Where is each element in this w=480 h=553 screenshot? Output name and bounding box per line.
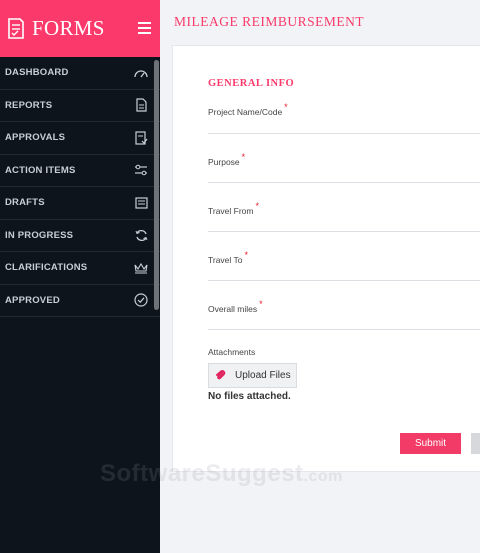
sidebar-item-label: ACTION ITEMS [5,164,76,176]
upload-label: Upload Files [235,370,291,381]
watermark-suffix: .com [303,468,343,485]
sliders-icon [134,163,148,177]
crown-icon [134,261,148,275]
overall-miles-field: Overall miles * [208,299,480,330]
sidebar-item-drafts[interactable]: DRAFTS [0,187,160,220]
sidebar-item-dashboard[interactable]: DASHBOARD [0,57,160,90]
project-name-field: Project Name/Code * [208,102,480,134]
sidebar-item-action-items[interactable]: ACTION ITEMS [0,155,160,187]
sidebar-scrollbar[interactable] [154,60,159,310]
brand-header: FORMS [0,0,160,57]
forms-logo-icon [8,17,24,39]
speedometer-icon [134,66,148,80]
sidebar-item-clarifications[interactable]: CLARIFICATIONS [0,252,160,285]
sidebar-item-label: REPORTS [5,99,53,111]
sidebar-item-label: DRAFTS [5,197,45,209]
sidebar-item-label: CLARIFICATIONS [5,262,88,274]
check-circle-icon [134,293,148,307]
page-title: MILEAGE REIMBURSEMENT [174,14,365,29]
form-card: GENERAL INFO Project Name/Code * Purpose *… [172,45,480,472]
sidebar-nav: DASHBOARD REPORTS APPROVALS ACTION ITEMS… [0,57,160,317]
sidebar-item-label: IN PROGRESS [5,229,74,241]
document-icon [134,98,148,112]
sidebar-item-label: APPROVALS [5,132,66,144]
overall-miles-input[interactable] [208,308,480,330]
travel-from-input[interactable] [208,210,480,232]
travel-to-input[interactable] [208,259,480,281]
purpose-field: Purpose * [208,152,480,183]
required-mark: * [284,102,288,112]
paperclip-icon [216,369,226,379]
attachments-label: Attachments [208,347,256,357]
secondary-button[interactable] [471,433,480,454]
sidebar-item-approved[interactable]: APPROVED [0,285,160,317]
project-name-input[interactable] [208,112,480,134]
brand-title: FORMS [32,16,105,40]
sidebar-item-approvals[interactable]: APPROVALS [0,122,160,155]
watermark-text: SoftwareSuggest [100,460,304,487]
no-files-text: No files attached. [208,391,291,402]
draft-icon [134,196,148,210]
page-header: MILEAGE REIMBURSEMENT [160,0,480,45]
section-title: GENERAL INFO [208,78,295,89]
purpose-input[interactable] [208,161,480,183]
sidebar-item-in-progress[interactable]: IN PROGRESS [0,220,160,252]
travel-to-field: Travel To * [208,250,480,281]
watermark: SoftwareSuggest.com [100,460,343,488]
sidebar-item-label: DASHBOARD [5,67,69,79]
refresh-icon [134,228,148,242]
hamburger-menu-icon[interactable] [138,22,151,34]
travel-from-field: Travel From * [208,201,480,232]
upload-files-button[interactable]: Upload Files [208,363,297,388]
sidebar-item-label: APPROVED [5,294,60,306]
submit-button[interactable]: Submit [400,433,461,454]
checklist-icon [134,131,148,145]
sidebar-item-reports[interactable]: REPORTS [0,90,160,122]
